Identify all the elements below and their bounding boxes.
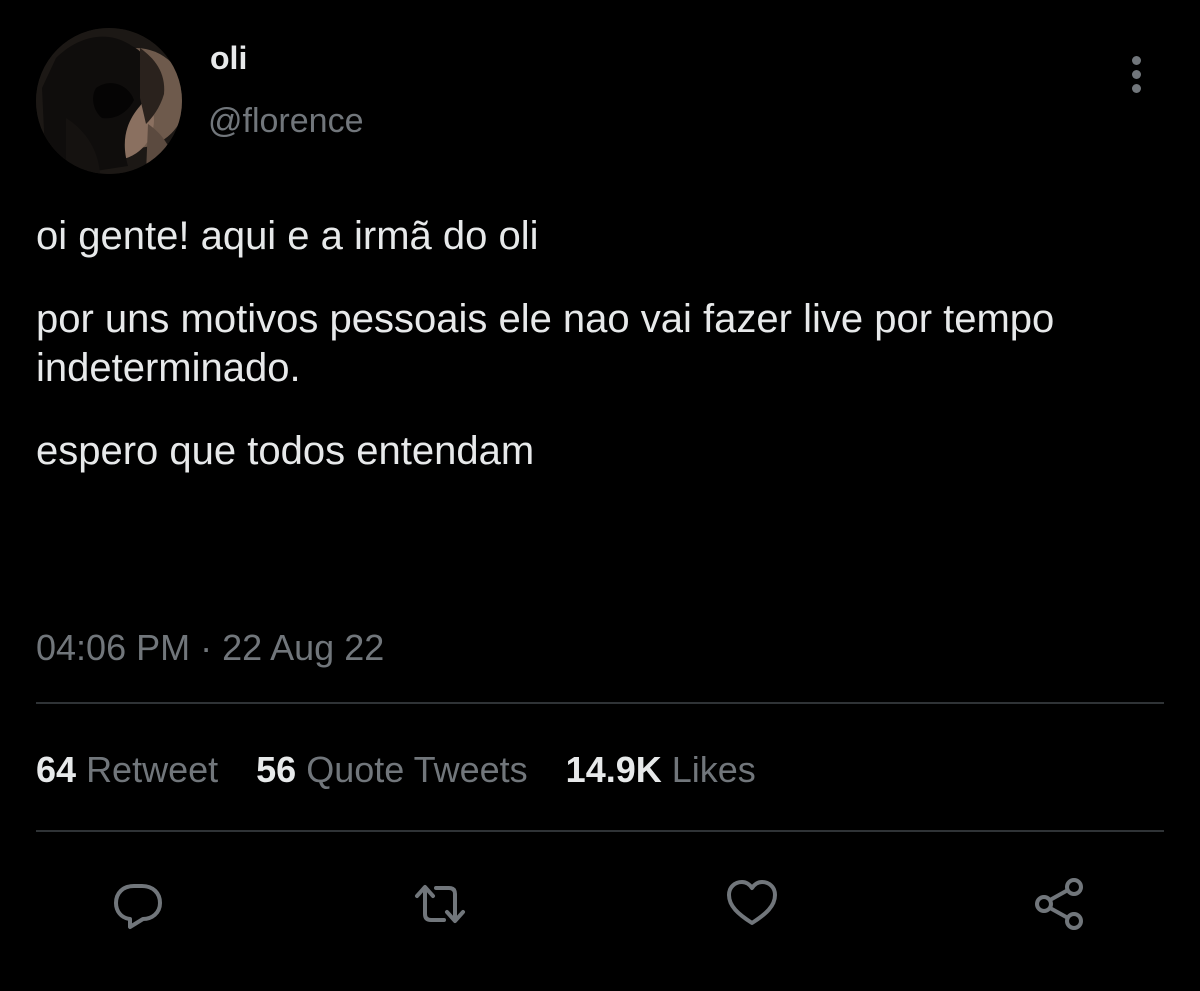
- stat-label: Likes: [671, 749, 756, 790]
- reply-icon: [114, 884, 162, 929]
- user-handle[interactable]: @florence: [208, 104, 363, 138]
- stat-label: Retweet: [86, 749, 219, 790]
- more-options-button[interactable]: [1120, 52, 1154, 96]
- display-name[interactable]: oli: [210, 42, 247, 74]
- share-button[interactable]: [1032, 876, 1088, 932]
- retweet-icon: [415, 885, 465, 923]
- reply-button[interactable]: [110, 876, 166, 932]
- like-button[interactable]: [724, 876, 780, 932]
- retweet-count[interactable]: 64 Retweet: [36, 752, 218, 788]
- divider: [36, 702, 1164, 704]
- stat-label: Quote Tweets: [306, 749, 528, 790]
- stat-count: 56: [256, 749, 297, 790]
- stat-count: 14.9K: [565, 749, 662, 790]
- tweet-detail: oli @florence oi gente! aqui e a irmã do…: [0, 0, 1200, 991]
- avatar-image: [36, 28, 182, 174]
- divider: [36, 830, 1164, 832]
- quote-tweets-count[interactable]: 56 Quote Tweets: [256, 752, 528, 788]
- tweet-paragraph: por uns motivos pessoais ele nao vai faz…: [36, 297, 1055, 390]
- stat-count: 64: [36, 749, 77, 790]
- likes-count[interactable]: 14.9K Likes: [566, 752, 756, 788]
- avatar[interactable]: [36, 28, 182, 174]
- engagement-stats: 64 Retweet 56 Quote Tweets 14.9K Likes: [36, 752, 794, 788]
- tweet-text: oi gente! aqui e a irmã do oli por uns m…: [36, 212, 1166, 510]
- share-icon: [1035, 878, 1083, 930]
- tweet-paragraph: oi gente! aqui e a irmã do oli: [36, 214, 539, 258]
- retweet-button[interactable]: [412, 876, 468, 932]
- heart-icon: [727, 880, 777, 925]
- tweet-paragraph: espero que todos entendam: [36, 429, 535, 473]
- tweet-timestamp[interactable]: 04:06 PM · 22 Aug 22: [36, 630, 384, 666]
